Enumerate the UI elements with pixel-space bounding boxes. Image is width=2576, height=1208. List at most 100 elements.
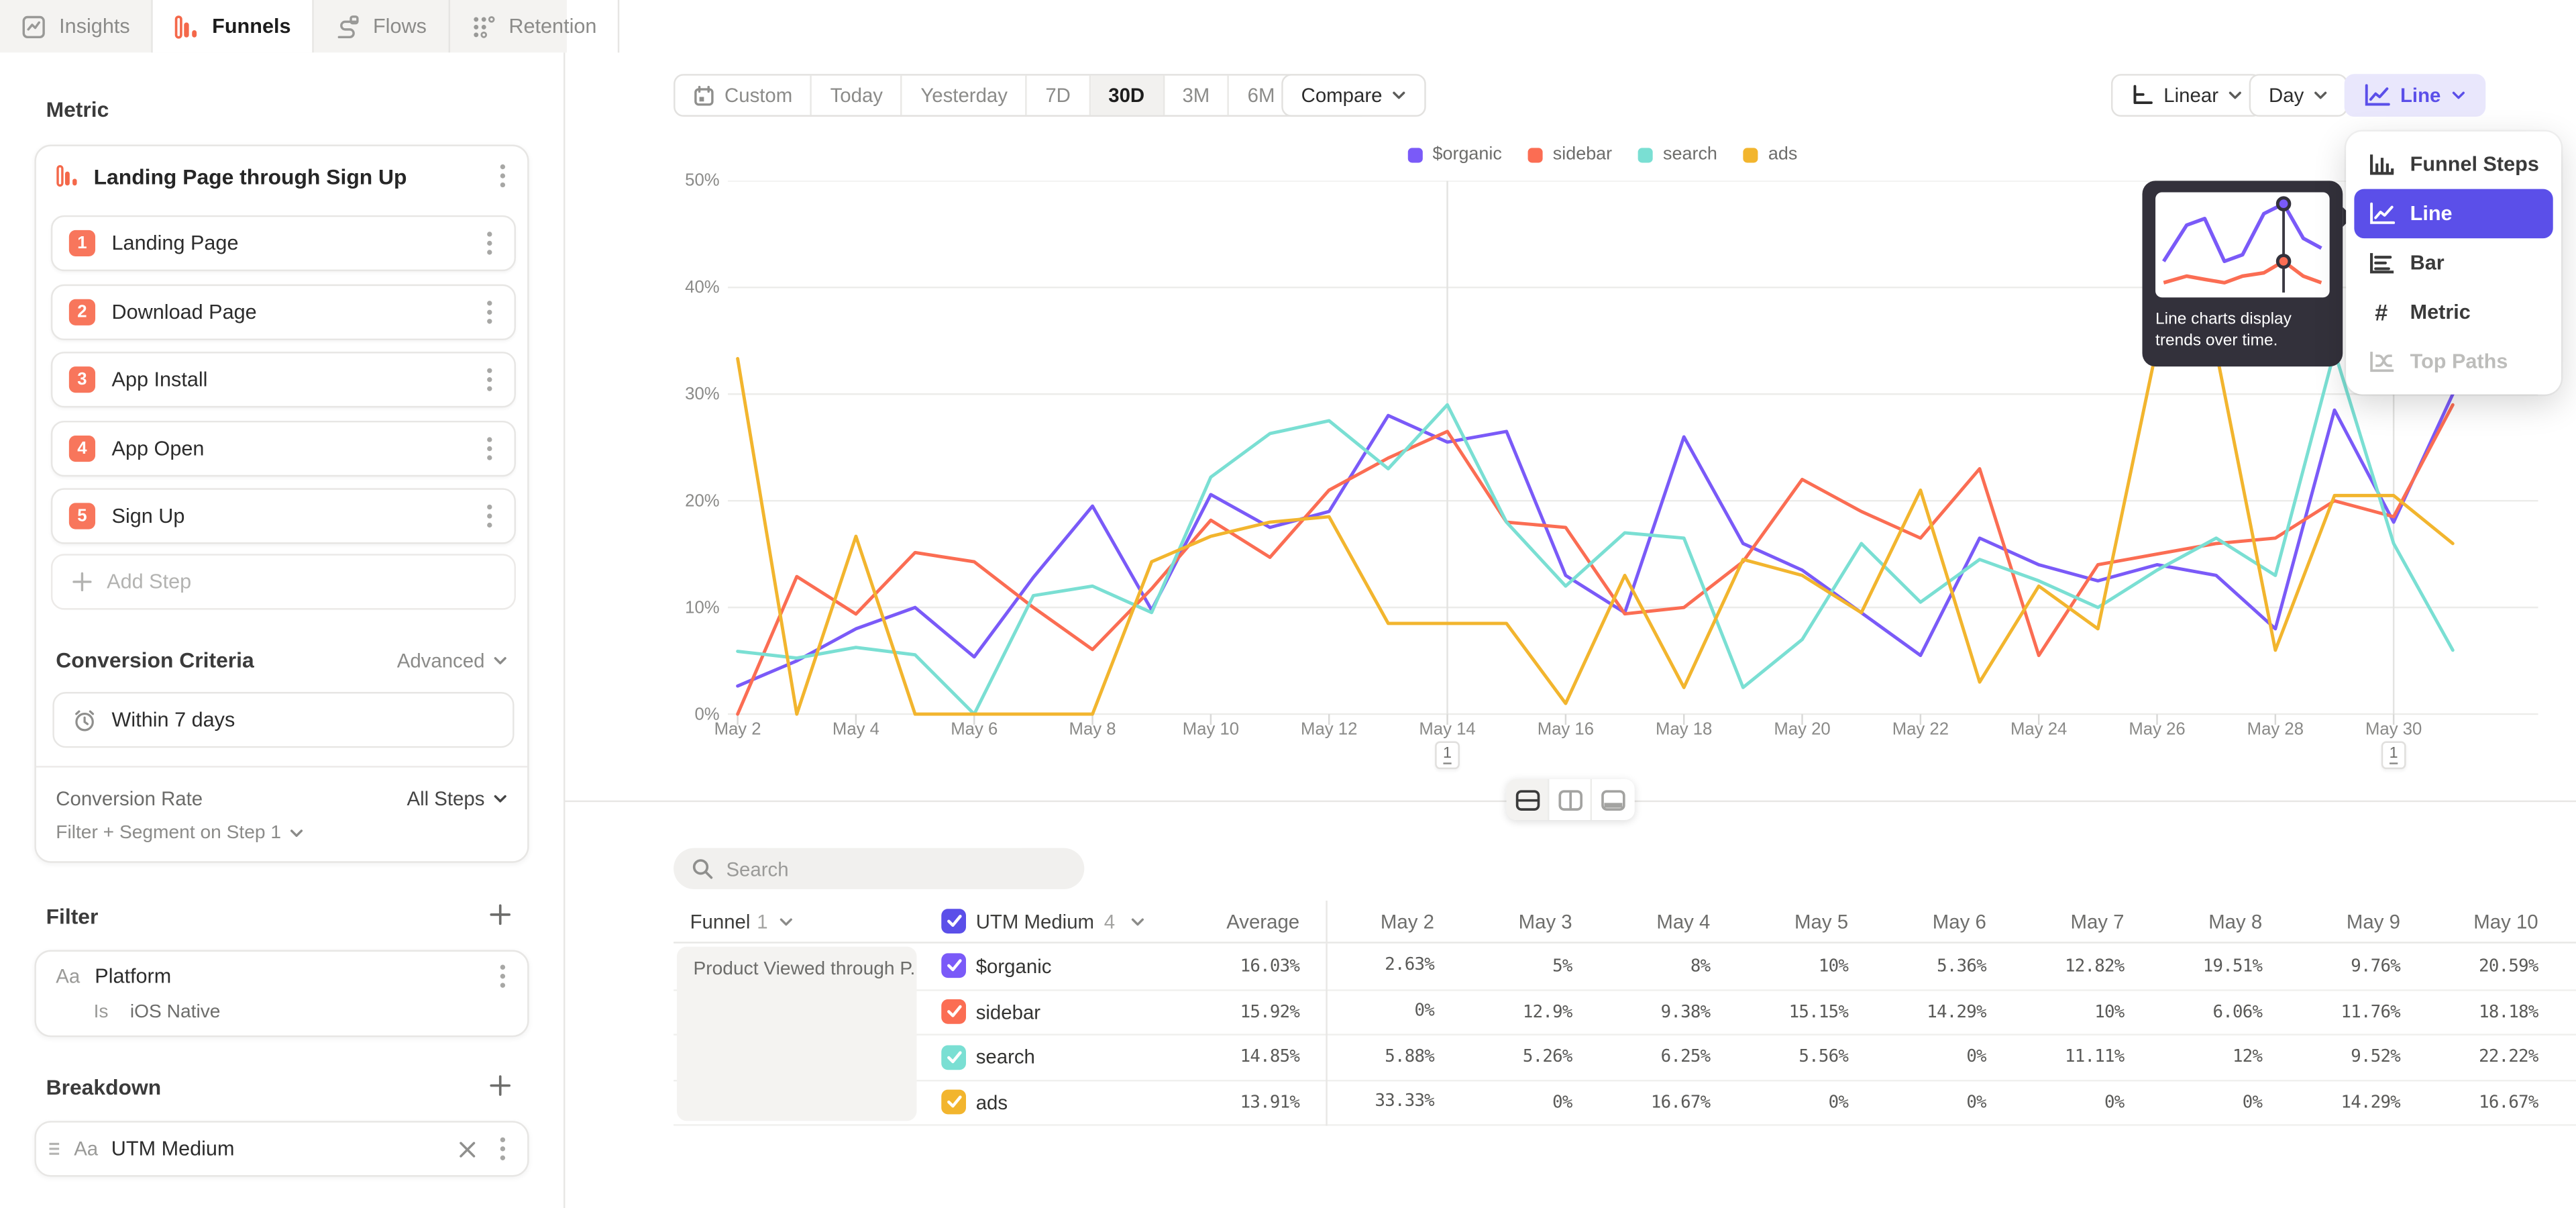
menu-item-label: Metric — [2410, 301, 2471, 323]
value-cell: 15.15% — [1727, 1002, 1865, 1021]
step-label: App Open — [112, 436, 466, 459]
filter-heading: Filter — [46, 904, 99, 929]
scale-dropdown[interactable]: Linear — [2111, 74, 2263, 117]
series-checkbox[interactable] — [941, 1090, 966, 1115]
kebab-icon[interactable] — [482, 298, 498, 324]
chart-type-dropdown[interactable]: Line — [2345, 74, 2485, 117]
value-cell: 0% — [1865, 1093, 2003, 1112]
sidebar: Metric Landing Page through Sign Up 1Lan… — [0, 52, 565, 1208]
range-today[interactable]: Today — [812, 76, 903, 115]
add-filter-button[interactable] — [490, 904, 511, 925]
series-checkbox[interactable] — [941, 1000, 966, 1025]
kebab-icon[interactable] — [482, 366, 498, 393]
tab-funnels[interactable]: Funnels — [153, 0, 314, 52]
chevron-down-icon — [1392, 91, 1407, 101]
value-cell: 19.51% — [2141, 956, 2279, 976]
kebab-icon[interactable] — [482, 230, 498, 256]
average-value: 16.03% — [1111, 956, 1326, 976]
compare-button[interactable]: Compare — [1281, 74, 1426, 117]
tab-label: Retention — [508, 15, 596, 38]
x-tick-label: May 22 — [1892, 720, 1949, 740]
tooltip-preview-chart — [2155, 193, 2330, 298]
x-tick-label: May 8 — [1069, 720, 1116, 740]
series-checkbox[interactable] — [941, 954, 966, 978]
kebab-icon[interactable] — [494, 963, 511, 989]
date-column-header: May 10 — [2416, 910, 2555, 933]
funnel-step-3[interactable]: 3App Install — [51, 352, 516, 407]
range-30d[interactable]: 30D — [1090, 76, 1164, 115]
range-custom[interactable]: Custom — [676, 76, 812, 115]
breakdown-column-header[interactable]: UTM Medium 4 — [918, 909, 1111, 934]
table-header: Funnel 1 UTM Medium 4 Average May 2May 3… — [674, 901, 2576, 944]
string-type-icon: Aa — [56, 965, 80, 988]
value-cell: 11.11% — [2002, 1048, 2141, 1067]
funnel-step-5[interactable]: 5Sign Up — [51, 488, 516, 544]
table-row[interactable]: sidebar15.92%0%12.9%9.38%15.15%14.29%10%… — [674, 989, 2576, 1034]
breakdown-card[interactable]: Aa UTM Medium — [34, 1121, 529, 1176]
advanced-dropdown[interactable]: Advanced — [397, 648, 508, 671]
tab-retention[interactable]: Retention — [449, 0, 620, 52]
menu-item-label: Top Paths — [2410, 350, 2508, 373]
date-column-header: May 6 — [1865, 910, 2003, 933]
range-3m[interactable]: 3M — [1165, 76, 1230, 115]
filter-segment-dropdown[interactable]: Filter + Segment on Step 1 — [56, 823, 304, 843]
legend-item[interactable]: ads — [1743, 145, 1797, 164]
menu-item-label: Bar — [2410, 252, 2445, 274]
average-value: 15.92% — [1111, 1002, 1326, 1021]
funnel-step-1[interactable]: 1Landing Page — [51, 215, 516, 271]
range-yesterday[interactable]: Yesterday — [902, 76, 1027, 115]
table-row[interactable]: search14.85%5.88%5.26%6.25%5.56%0%11.11%… — [674, 1034, 2576, 1078]
step-label: Landing Page — [112, 232, 466, 254]
annotation-badge[interactable]: 1 — [2381, 741, 2406, 769]
annotation-badge[interactable]: 1 — [1435, 741, 1460, 769]
menu-item-funnel-steps[interactable]: Funnel Steps — [2354, 140, 2553, 189]
close-icon[interactable] — [453, 1140, 482, 1158]
filter-property-row[interactable]: Aa Platform — [56, 963, 511, 989]
menu-item-bar[interactable]: Bar — [2354, 238, 2553, 287]
menu-item-line[interactable]: Line — [2354, 189, 2553, 238]
conversion-rate-dropdown[interactable]: All Steps — [407, 787, 507, 810]
x-tick-label: May 20 — [1774, 720, 1830, 740]
y-tick-label: 30% — [674, 385, 720, 404]
value-cell: 6.25% — [1589, 1048, 1727, 1067]
kebab-icon[interactable] — [494, 1136, 511, 1162]
add-step-button[interactable]: Add Step — [51, 554, 516, 609]
legend-item[interactable]: search — [1638, 145, 1717, 164]
breakdown-heading: Breakdown — [46, 1075, 162, 1100]
tab-label: Flows — [373, 15, 427, 38]
drag-handle-icon[interactable] — [48, 1141, 61, 1157]
y-tick-label: 0% — [674, 704, 720, 723]
x-tick-label: May 24 — [2010, 720, 2067, 740]
funnel-step-2[interactable]: 2Download Page — [51, 283, 516, 339]
series-checkbox[interactable] — [941, 1045, 966, 1070]
value-cell: 0% — [1326, 989, 1450, 1034]
kebab-icon[interactable] — [482, 435, 498, 461]
x-tick-label: May 4 — [833, 720, 879, 740]
menu-item-metric[interactable]: # Metric — [2354, 288, 2553, 337]
tab-flows[interactable]: Flows — [314, 0, 449, 52]
legend-item[interactable]: $organic — [1408, 145, 1502, 164]
layout-split-rows-button[interactable] — [1507, 779, 1550, 820]
funnel-header-count: 1 — [757, 910, 767, 933]
compare-label: Compare — [1301, 84, 1383, 107]
tab-insights[interactable]: Insights — [0, 0, 153, 52]
layout-bottom-panel-button[interactable] — [1592, 779, 1635, 820]
legend-item[interactable]: sidebar — [1528, 145, 1612, 164]
search-input[interactable] — [726, 857, 1066, 880]
funnel-group-cell[interactable]: Product Viewed through P... — [677, 947, 917, 1121]
funnels-icon — [174, 14, 199, 39]
layout-split-columns-button[interactable] — [1549, 779, 1592, 820]
x-tick-label: May 18 — [1656, 720, 1712, 740]
table-row[interactable]: ads13.91%33.33%0%16.67%0%0%0%0%14.29%16.… — [674, 1079, 2576, 1124]
kebab-icon[interactable] — [482, 503, 498, 529]
funnel-column-header[interactable]: Funnel 1 — [674, 910, 918, 933]
table-row[interactable]: $organic16.03%2.63%5%8%10%5.36%12.82%19.… — [674, 944, 2576, 989]
granularity-dropdown[interactable]: Day — [2249, 74, 2349, 117]
conversion-window[interactable]: Within 7 days — [52, 692, 514, 748]
add-breakdown-button[interactable] — [490, 1075, 511, 1097]
filter-segment-label: Filter + Segment on Step 1 — [56, 823, 281, 843]
range-7d[interactable]: 7D — [1027, 76, 1090, 115]
filter-condition[interactable]: Is iOS Native — [94, 1003, 221, 1022]
funnel-step-4[interactable]: 4App Open — [51, 420, 516, 476]
select-all-checkbox[interactable] — [941, 909, 966, 934]
